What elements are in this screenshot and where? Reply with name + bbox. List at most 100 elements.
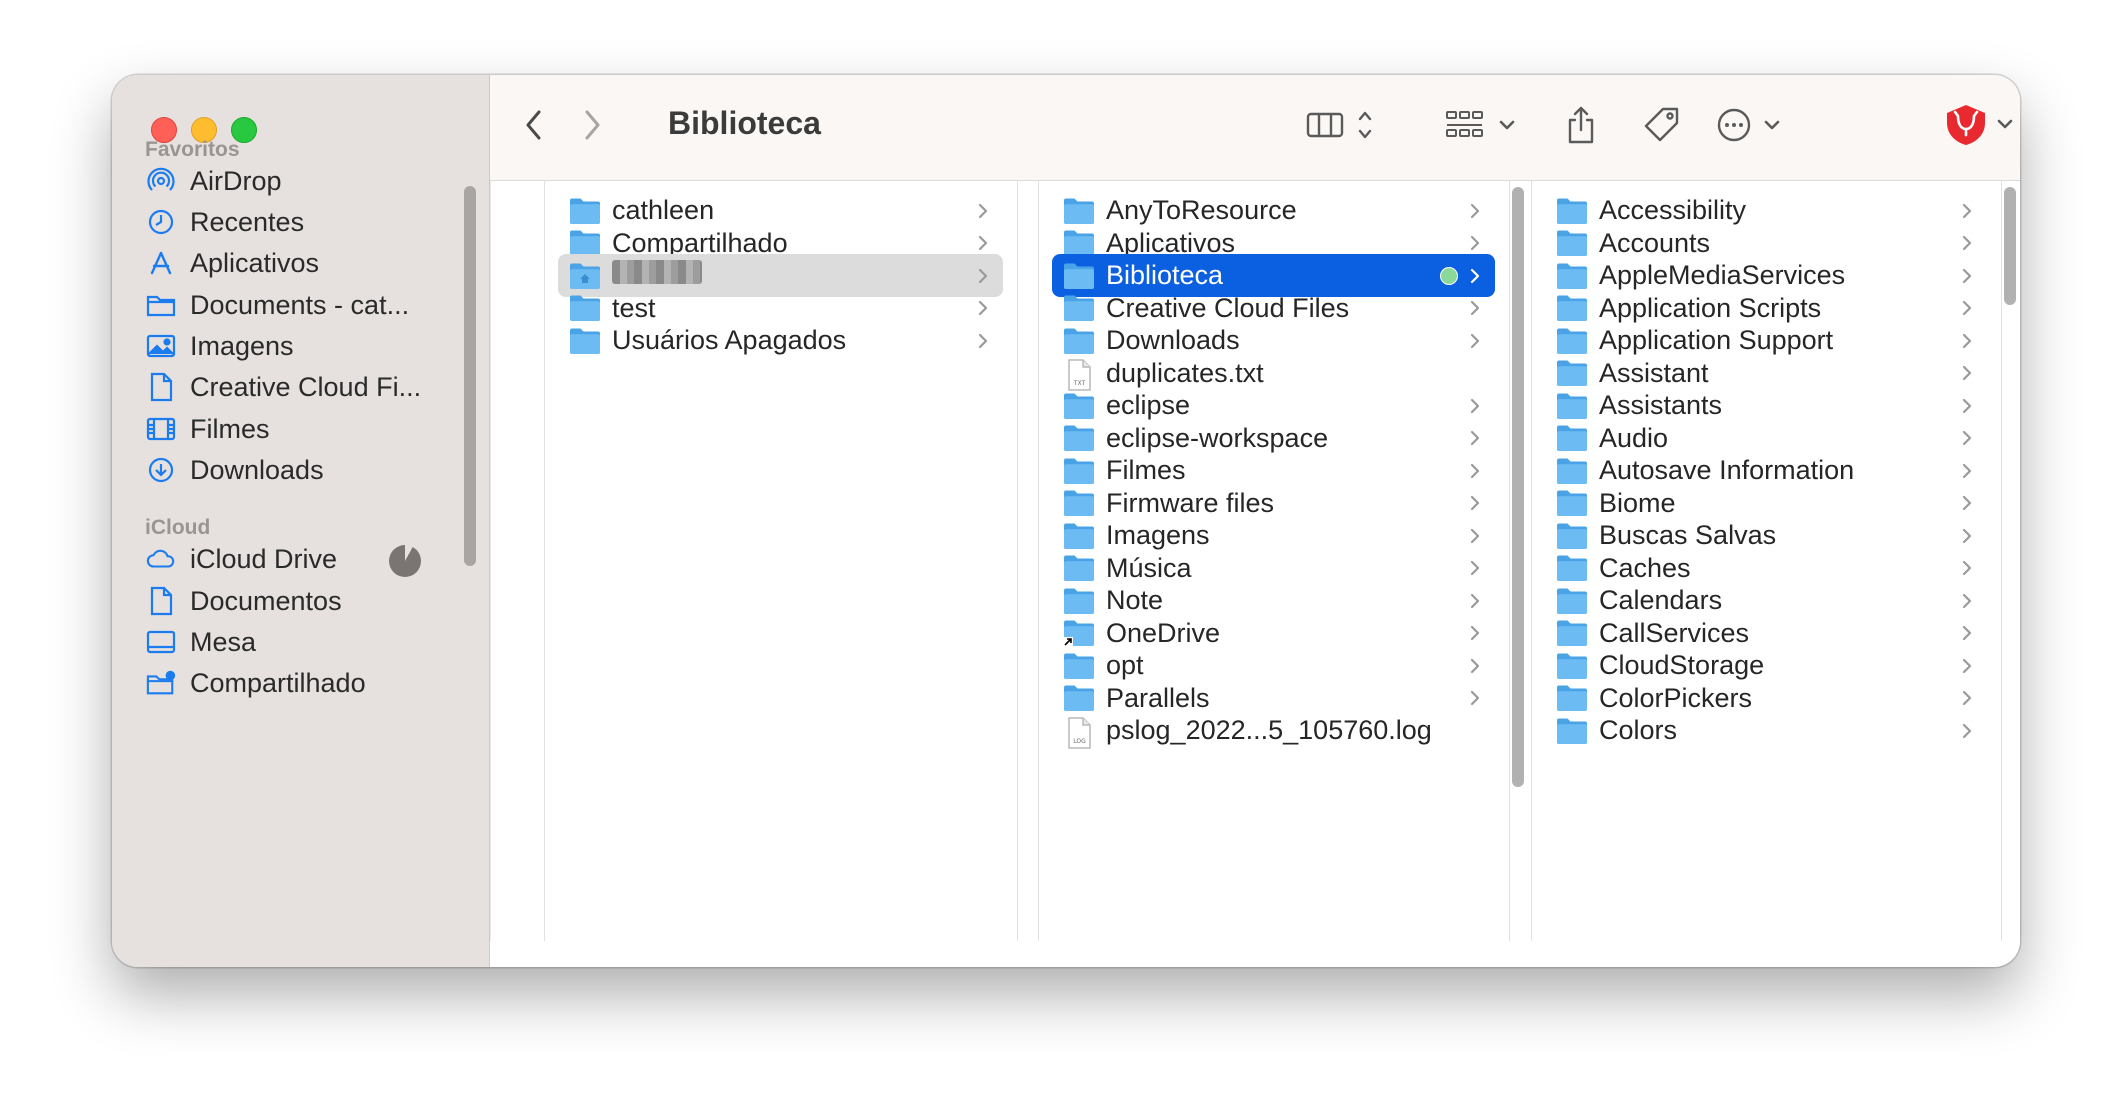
apps-icon [146,248,176,278]
chevron-right-icon [1957,526,1977,546]
redacted-name [612,260,702,284]
svg-text:LOG: LOG [1073,738,1086,745]
chevron-right-icon [582,109,602,146]
clock-icon [146,207,176,237]
sidebar-item-label: Creative Cloud Fi... [190,371,422,402]
chevron-right-icon [1465,266,1485,286]
chevron-right-icon [1465,396,1485,416]
file-name: pslog_2022...5_105760.log [1106,715,1432,745]
column-scrollbar[interactable] [2004,187,2016,305]
column-users: cathleen Compartilhado test Usuários Apagad… [544,181,1017,941]
sidebar-item-mesa[interactable]: Mesa [146,620,446,664]
folder-icon [146,290,176,320]
file-row[interactable]: LOG pslog_2022...5_105760.log [1052,709,1495,752]
sidebar-item-label: Downloads [190,454,324,485]
file-row[interactable]: Colors [1545,709,1987,752]
film-icon [146,414,176,444]
chevron-right-icon [1957,591,1977,611]
column-divider[interactable] [1017,181,1018,941]
sidebar-item-compartilhado[interactable]: Compartilhado [146,661,446,705]
column-home: AnyToResource Aplicativos Biblioteca Creati… [1038,181,1509,941]
sidebar-item-creative-cloud[interactable]: Creative Cloud Fi... [146,365,446,409]
sidebar-item-documentos[interactable]: Documentos [146,579,446,623]
chevron-right-icon [1957,298,1977,318]
sidebar-item-label: Documentos [190,585,342,616]
forward-button[interactable] [572,103,612,151]
sidebar-item-label: Mesa [190,626,257,657]
sidebar-item-aplicativos[interactable]: Aplicativos [146,241,446,285]
chevron-right-icon [1465,428,1485,448]
chevron-right-icon [973,331,993,351]
sidebar-item-recentes[interactable]: Recentes [146,200,446,244]
share-button[interactable] [1559,103,1603,151]
column-divider[interactable] [2001,181,2002,941]
chevron-right-icon [1465,201,1485,221]
document-icon [146,372,176,402]
file-name: Colors [1599,715,1678,745]
chevron-right-icon [1957,363,1977,383]
document-icon [146,586,176,616]
chevron-right-icon [1465,623,1485,643]
group-button[interactable] [1443,103,1523,151]
tag-button[interactable] [1640,103,1684,151]
back-button[interactable] [514,103,554,151]
chevron-right-icon [1465,493,1485,513]
chevron-right-icon [1465,461,1485,481]
chevron-right-icon [1957,396,1977,416]
column-view-icon [1306,108,1378,147]
sidebar-item-label: AirDrop [190,165,282,196]
more-actions-button[interactable] [1712,103,1792,151]
chevron-left-icon [524,109,544,146]
sidebar-item-label: Documents - cat... [190,289,410,320]
column-library: Accessibility Accounts AppleMediaServices A… [1531,181,2001,941]
file-row[interactable]: Usuários Apagados [558,319,1003,362]
chevron-right-icon [1465,298,1485,318]
chevron-right-icon [1957,558,1977,578]
tag-icon [1643,106,1681,149]
extension-button[interactable] [1942,103,2020,151]
desktop-icon [146,627,176,657]
view-mode-button[interactable] [1302,103,1382,151]
chevron-right-icon [1465,331,1485,351]
folder-icon [1555,716,1589,746]
finder-window: Favoritos AirDrop Recentes Aplicativos D… [112,75,2020,967]
sidebar-item-label: Aplicativos [190,247,320,278]
sidebar-item-documents[interactable]: Documents - cat... [146,283,446,327]
chevron-right-icon [1465,233,1485,253]
chevron-right-icon [1957,721,1977,741]
sidebar: Favoritos AirDrop Recentes Aplicativos D… [112,75,490,967]
sidebar-item-label: Imagens [190,330,294,361]
column-divider[interactable] [490,181,491,941]
chevron-right-icon [973,298,993,318]
chevron-right-icon [1957,428,1977,448]
ellipsis-circle-icon [1716,107,1788,148]
sidebar-item-airdrop[interactable]: AirDrop [146,159,446,203]
column-scrollbar[interactable] [1512,187,1524,787]
chevron-right-icon [1465,688,1485,708]
share-icon [1565,105,1597,150]
sidebar-item-label: iCloud Drive [190,543,338,574]
sidebar-scrollbar[interactable] [464,186,476,566]
cloud-icon [146,544,176,574]
sidebar-item-imagens[interactable]: Imagens [146,324,446,368]
sidebar-item-label: Filmes [190,413,270,444]
chevron-right-icon [1957,688,1977,708]
chevron-right-icon [1957,201,1977,221]
grid-group-icon [1445,108,1521,147]
shield-extension-icon [1945,103,2019,152]
download-icon [146,455,176,485]
column-browser: cathleen Compartilhado test Usuários Apagad… [490,181,2020,967]
chevron-right-icon [1465,591,1485,611]
airdrop-icon [146,166,176,196]
sidebar-item-filmes[interactable]: Filmes [146,407,446,451]
log-file-icon: LOG [1062,716,1096,749]
sidebar-item-downloads[interactable]: Downloads [146,448,446,492]
green-tag-dot [1441,267,1457,284]
icloud-storage-indicator [389,545,421,577]
column-divider[interactable] [1509,181,1510,941]
sidebar-item-label: Compartilhado [190,667,366,698]
file-name: Usuários Apagados [612,325,847,355]
folder-icon [568,326,602,356]
chevron-right-icon [1957,266,1977,286]
chevron-right-icon [1465,558,1485,578]
